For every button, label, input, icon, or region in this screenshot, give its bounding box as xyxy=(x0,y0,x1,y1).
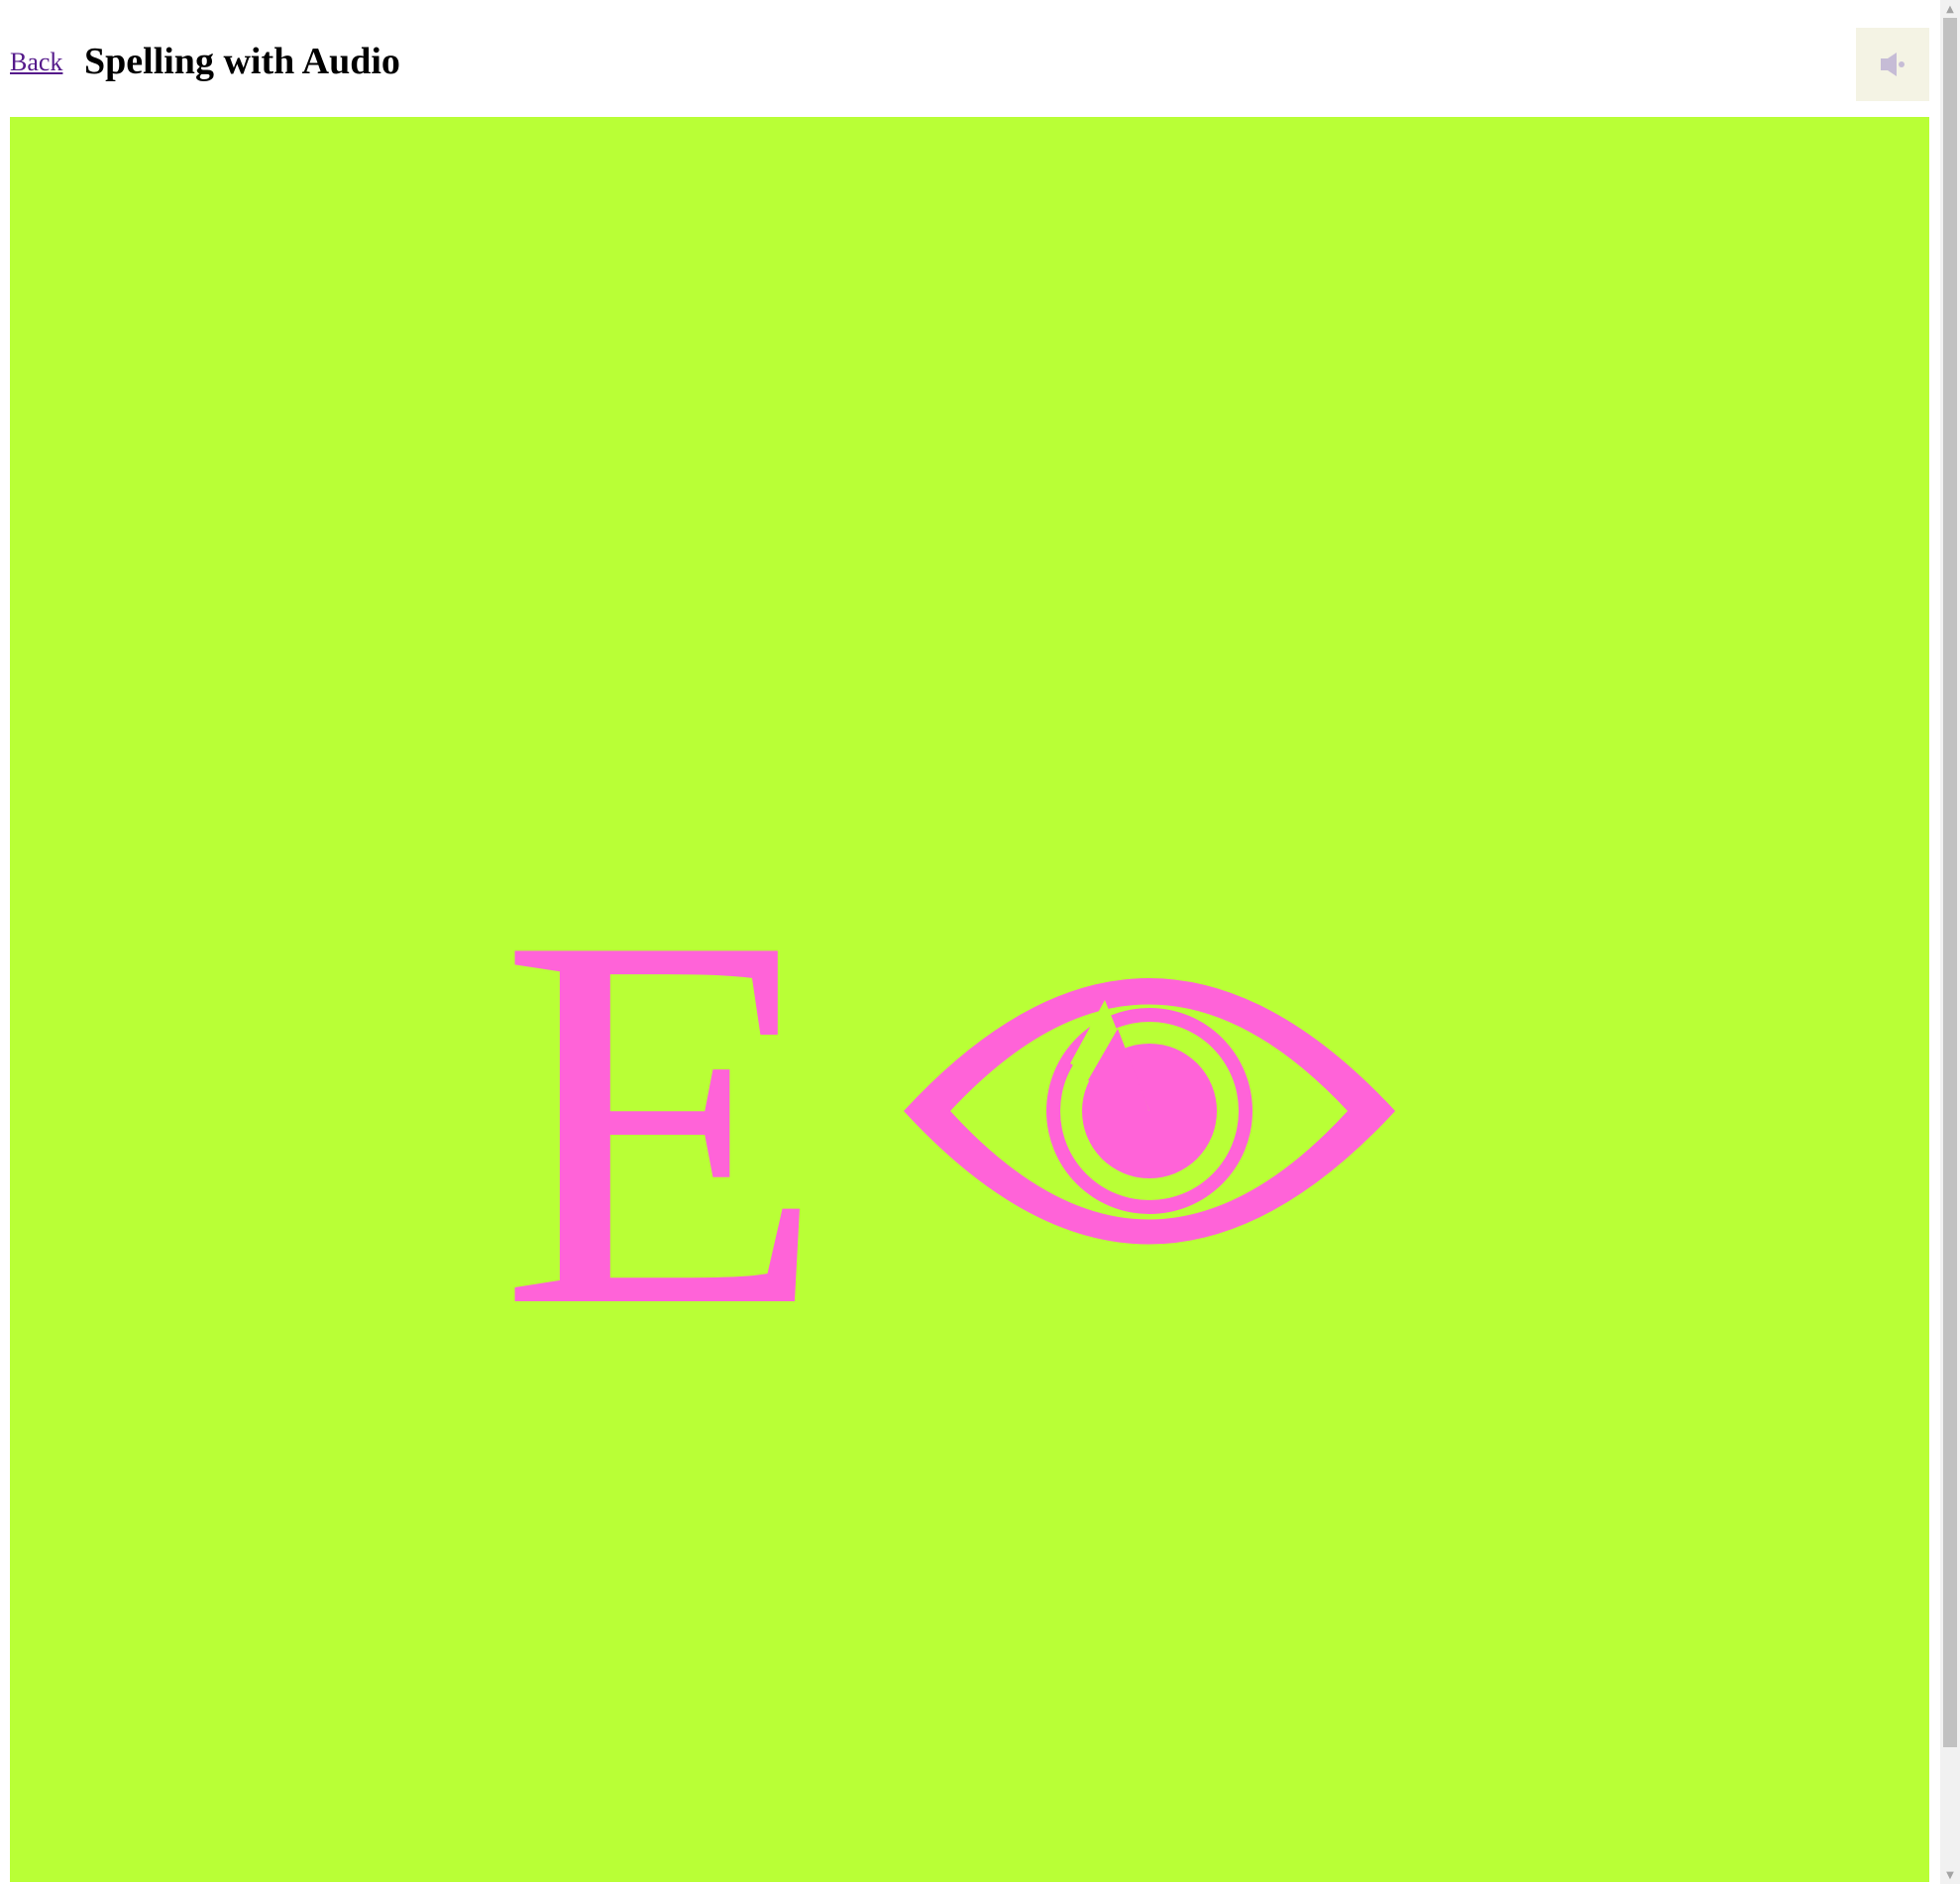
back-link[interactable]: Back xyxy=(10,48,62,77)
page: Back Spelling with Audio E ▲ ▼ xyxy=(0,0,1960,1884)
play-audio-button[interactable] xyxy=(1856,28,1929,101)
stage-canvas: E xyxy=(499,825,1395,1417)
speaker-icon xyxy=(1881,53,1905,76)
header: Back Spelling with Audio xyxy=(10,28,1929,101)
vertical-scrollbar[interactable]: ▲ ▼ xyxy=(1940,0,1960,1884)
spelling-stage: E xyxy=(10,117,1929,1882)
eye-icon xyxy=(904,978,1395,1245)
scroll-down-arrow-icon[interactable]: ▼ xyxy=(1940,1866,1960,1884)
page-title: Spelling with Audio xyxy=(84,41,400,82)
scroll-up-arrow-icon[interactable]: ▲ xyxy=(1940,0,1960,18)
scroll-thumb[interactable] xyxy=(1943,18,1957,1747)
letter-glyph: E xyxy=(499,825,826,1417)
